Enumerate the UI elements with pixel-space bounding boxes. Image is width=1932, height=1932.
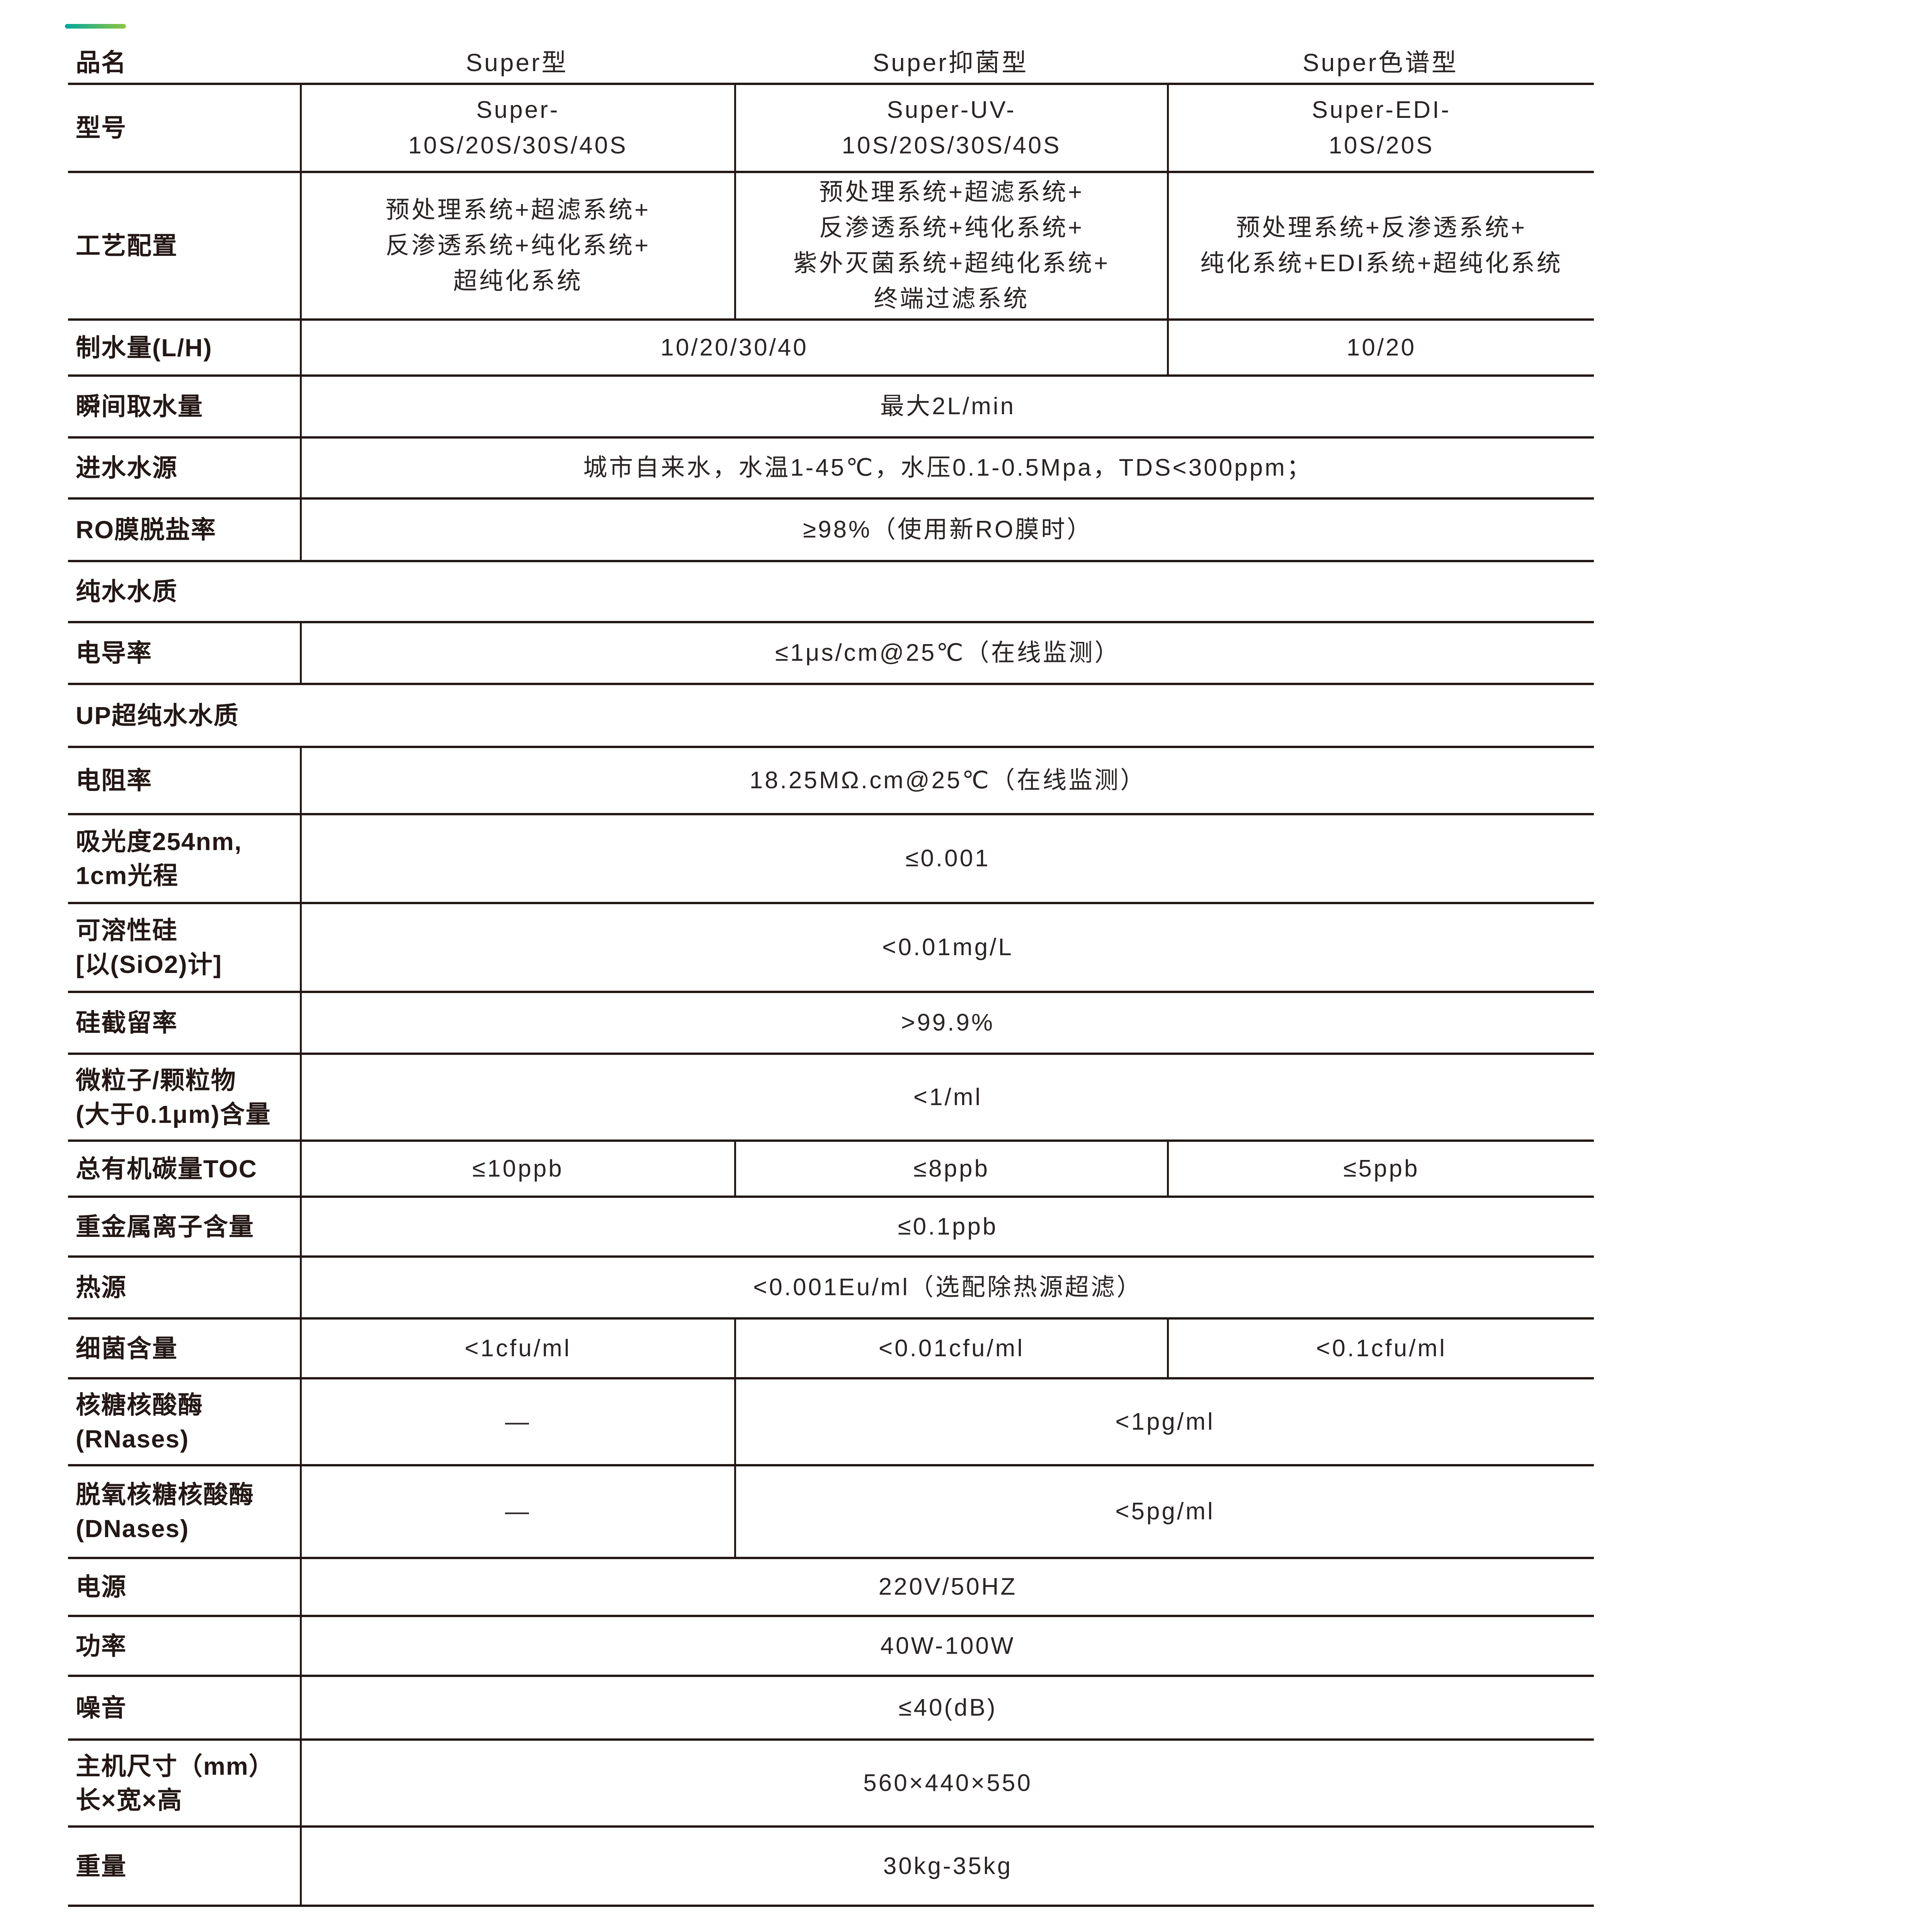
row-label: UP超纯水水质 [68,685,1594,746]
table-row: 制水量(L/H)10/20/30/4010/20 [68,321,1594,377]
cell-value: 10/20 [1167,321,1594,374]
column-header: Super色谱型 [1167,43,1594,83]
table-row: UP超纯水水质 [68,685,1594,748]
table-row: 工艺配置预处理系统+超滤系统+反渗透系统+纯化系统+超纯化系统预处理系统+超滤系… [68,173,1594,321]
row-label: 型号 [68,85,300,171]
column-header: Super型 [300,43,734,83]
row-label: 主机尺寸（mm）长×宽×高 [68,1741,300,1825]
table-row: 可溶性硅[以(SiO2)计]<0.01mg/L [68,904,1594,993]
cell-value: ≤0.1ppb [300,1198,1594,1255]
table-row: 硅截留率>99.9% [68,993,1594,1055]
row-label: 制水量(L/H) [68,321,300,374]
cell-value: Super-UV-10S/20S/30S/40S [734,85,1167,171]
table-row: 细菌含量<1cfu/ml<0.01cfu/ml<0.1cfu/ml [68,1320,1594,1379]
cell-value: <1cfu/ml [300,1320,734,1377]
table-row: 电导率≤1μs/cm@25℃（在线监测） [68,623,1594,685]
cell-value: <0.001Eu/ml（选配除热源超滤） [300,1258,1594,1317]
cell-value: — [300,1466,734,1557]
brand-accent-dash [65,24,126,29]
column-header: Super抑菌型 [734,43,1167,83]
spec-table: 品名Super型Super抑菌型Super色谱型型号Super-10S/20S/… [68,43,1594,1907]
row-label: 工艺配置 [68,173,300,318]
row-label: 热源 [68,1258,300,1317]
table-row: RO膜脱盐率≥98%（使用新RO膜时） [68,500,1594,562]
row-label: 电导率 [68,623,300,683]
row-label: 可溶性硅[以(SiO2)计] [68,904,300,991]
row-label: RO膜脱盐率 [68,500,300,560]
table-row: 脱氧核糖核酸酶(DNases)—<5pg/ml [68,1466,1594,1559]
cell-value: 预处理系统+反渗透系统+纯化系统+EDI系统+超纯化系统 [1167,173,1594,318]
cell-value: <5pg/ml [734,1466,1594,1557]
cell-value: Super-EDI-10S/20S [1167,85,1594,171]
table-header-row: 品名Super型Super抑菌型Super色谱型 [68,43,1594,85]
cell-value: <1pg/ml [734,1379,1594,1464]
cell-value: 预处理系统+超滤系统+反渗透系统+纯化系统+紫外灭菌系统+超纯化系统+终端过滤系… [734,173,1167,318]
table-row: 热源<0.001Eu/ml（选配除热源超滤） [68,1258,1594,1320]
cell-value: <0.01mg/L [300,904,1594,991]
cell-value: >99.9% [300,993,1594,1053]
row-label: 重量 [68,1828,300,1905]
cell-value: 最大2L/min [300,377,1594,436]
cell-value: <0.1cfu/ml [1167,1320,1594,1377]
table-row: 总有机碳量TOC≤10ppb≤8ppb≤5ppb [68,1142,1594,1198]
cell-value: 30kg-35kg [300,1828,1594,1905]
row-label: 瞬间取水量 [68,377,300,436]
row-label: 总有机碳量TOC [68,1142,300,1196]
cell-value: 城市自来水，水温1-45℃，水压0.1-0.5Mpa，TDS<300ppm； [300,439,1594,497]
cell-value: 预处理系统+超滤系统+反渗透系统+纯化系统+超纯化系统 [300,173,734,318]
row-label: 进水水源 [68,439,300,497]
row-label: 核糖核酸酶(RNases) [68,1379,300,1464]
row-label: 硅截留率 [68,993,300,1053]
cell-value: ≤10ppb [300,1142,734,1196]
table-row: 型号Super-10S/20S/30S/40SSuper-UV-10S/20S/… [68,85,1594,173]
row-label: 重金属离子含量 [68,1198,300,1255]
row-label: 品名 [68,43,300,83]
table-row: 重量30kg-35kg [68,1828,1594,1907]
cell-value: ≤8ppb [734,1142,1167,1196]
row-label: 纯水水质 [68,562,1594,621]
cell-value: ≤1μs/cm@25℃（在线监测） [300,623,1594,683]
cell-value: 40W-100W [300,1617,1594,1675]
table-row: 电阻率18.25MΩ.cm@25℃（在线监测） [68,748,1594,815]
cell-value: — [300,1379,734,1464]
row-label: 电阻率 [68,748,300,813]
cell-value: ≤40(dB) [300,1677,1594,1738]
table-row: 主机尺寸（mm）长×宽×高560×440×550 [68,1741,1594,1828]
table-row: 微粒子/颗粒物(大于0.1μm)含量<1/ml [68,1055,1594,1142]
table-row: 功率40W-100W [68,1617,1594,1677]
table-row: 电源220V/50HZ [68,1559,1594,1617]
table-row: 核糖核酸酶(RNases)—<1pg/ml [68,1379,1594,1466]
cell-value: ≤0.001 [300,815,1594,902]
table-row: 重金属离子含量≤0.1ppb [68,1198,1594,1258]
table-row: 纯水水质 [68,562,1594,623]
table-row: 瞬间取水量最大2L/min [68,377,1594,439]
cell-value: <1/ml [300,1055,1594,1139]
cell-value: ≤5ppb [1167,1142,1594,1196]
cell-value: Super-10S/20S/30S/40S [300,85,734,171]
row-label: 电源 [68,1559,300,1615]
cell-value: ≥98%（使用新RO膜时） [300,500,1594,560]
cell-value: <0.01cfu/ml [734,1320,1167,1377]
row-label: 噪音 [68,1677,300,1738]
row-label: 吸光度254nm,1cm光程 [68,815,300,902]
table-row: 进水水源城市自来水，水温1-45℃，水压0.1-0.5Mpa，TDS<300pp… [68,439,1594,500]
cell-value: 560×440×550 [300,1741,1594,1825]
cell-value: 10/20/30/40 [300,321,1167,374]
row-label: 细菌含量 [68,1320,300,1377]
row-label: 脱氧核糖核酸酶(DNases) [68,1466,300,1557]
row-label: 微粒子/颗粒物(大于0.1μm)含量 [68,1055,300,1139]
table-row: 噪音≤40(dB) [68,1677,1594,1741]
cell-value: 220V/50HZ [300,1559,1594,1615]
cell-value: 18.25MΩ.cm@25℃（在线监测） [300,748,1594,813]
table-row: 吸光度254nm,1cm光程≤0.001 [68,815,1594,904]
row-label: 功率 [68,1617,300,1675]
